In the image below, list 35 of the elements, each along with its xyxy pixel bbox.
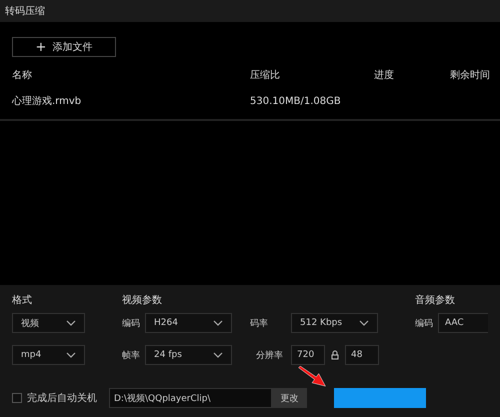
window-title: 转码压缩 [0, 0, 500, 22]
checkbox-label: 完成后自动关机 [27, 392, 97, 405]
column-header: 名称 [12, 69, 33, 82]
section-title: 视频参数 [122, 294, 163, 308]
field-label: 分辨率 [256, 350, 284, 362]
section-title: 音频参数 [415, 294, 456, 308]
fps-dropdown[interactable]: 24 fps [145, 345, 232, 365]
format-dropdown[interactable]: 视频 [12, 313, 85, 333]
lock-icon[interactable] [331, 350, 339, 360]
change-button[interactable]: 更改 [272, 388, 307, 408]
height-field[interactable]: 48 [345, 345, 379, 365]
field-label: 帧率 [122, 350, 141, 362]
column-header: 进度 [374, 68, 395, 82]
start-button[interactable] [334, 388, 426, 408]
table-cell-text: 心理游戏.rmvb [12, 94, 82, 108]
width-field[interactable]: 720 [291, 345, 325, 365]
field-label: 编码 [415, 318, 434, 330]
codec-dropdown[interactable]: H264 [145, 313, 232, 333]
chevron-down-icon [66, 320, 76, 326]
table-cell-text: 530.10MB/1.08GB [250, 96, 342, 106]
format-dropdown[interactable]: mp4 [12, 345, 85, 365]
bitrate-dropdown[interactable]: 512 Kbps [291, 313, 378, 333]
chevron-down-icon [213, 320, 223, 326]
output-path-field[interactable]: D:\视频\QQplayerClip\ [109, 388, 272, 408]
chevron-down-icon [359, 320, 369, 326]
field-label: 编码 [122, 318, 141, 330]
column-header: 剩余时间 [450, 68, 490, 82]
section-title: 格式 [12, 294, 33, 308]
chevron-down-icon [213, 352, 223, 358]
column-header: 压缩比 [250, 68, 281, 82]
chevron-down-icon [66, 352, 76, 358]
checkbox[interactable] [12, 393, 22, 403]
field-label: 码率 [249, 318, 268, 330]
audio-codec-field[interactable]: AAC [438, 313, 488, 333]
add-file-button[interactable]: + 添加文件 [12, 37, 116, 57]
